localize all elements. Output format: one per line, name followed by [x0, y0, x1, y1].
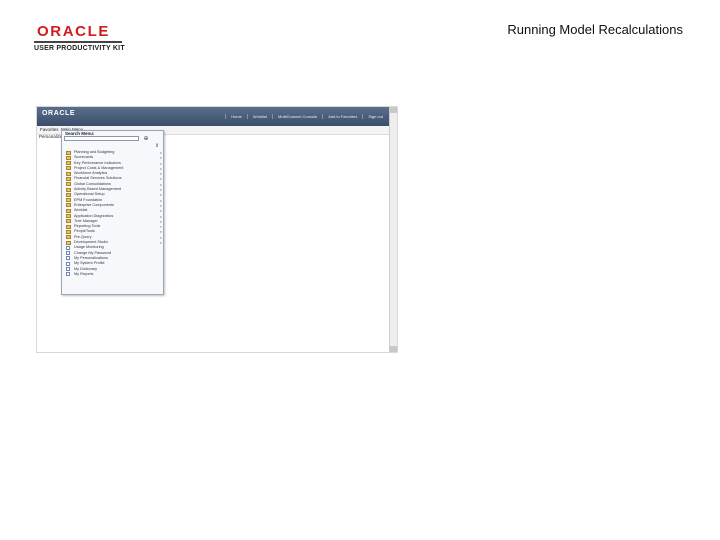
- chevron-right-icon: »: [159, 187, 162, 193]
- menu-item-label: My Personalizations: [74, 255, 108, 260]
- menu-item-label: Operational Setup: [74, 192, 105, 197]
- menu-item-label: Pre-Query: [74, 234, 92, 239]
- menu-item-label: Enterprise Components: [74, 202, 114, 207]
- menu-item-label: Application Diagnostics: [74, 213, 114, 218]
- menu-item-label: Scorecards: [74, 155, 94, 160]
- chevron-right-icon: »: [159, 165, 162, 171]
- folder-icon: [66, 208, 71, 213]
- folder-icon: [66, 235, 71, 240]
- upk-subtitle: USER PRODUCTIVITY KIT: [34, 45, 125, 52]
- app-logo: ORACLE: [42, 110, 76, 117]
- menu-item-label: EPM Foundation: [74, 197, 103, 202]
- folder-icon: [66, 161, 71, 166]
- chevron-right-icon: »: [159, 224, 162, 230]
- menu-item-label: Tree Manager: [74, 218, 98, 223]
- menu-item-label: Change My Password: [74, 250, 112, 255]
- folder-icon: [66, 166, 71, 171]
- folder-icon: [66, 187, 71, 192]
- chevron-right-icon: »: [159, 229, 162, 235]
- folder-icon: [66, 229, 71, 234]
- chevron-right-icon: »: [159, 218, 162, 224]
- menu-item-label: Key Performance Indicators: [74, 160, 121, 165]
- menu-item-label: Worklist: [74, 208, 88, 213]
- page-icon: [66, 261, 70, 266]
- folder-icon: [66, 171, 71, 176]
- page-icon: [66, 272, 70, 277]
- folder-icon: [66, 150, 71, 155]
- menu-item-label: Planning and Budgeting: [74, 150, 115, 154]
- folder-icon: [66, 176, 71, 181]
- scroll-down-arrow[interactable]: [390, 346, 397, 352]
- upk-logo: ORACLE USER PRODUCTIVITY KIT: [34, 24, 126, 52]
- chevron-right-icon: »: [159, 160, 162, 166]
- logo-divider: [34, 41, 122, 43]
- folder-icon: [66, 214, 71, 219]
- folder-icon: [66, 219, 71, 224]
- header-link-favorites[interactable]: Add to Favorites: [322, 114, 362, 119]
- chevron-right-icon: »: [159, 192, 162, 198]
- page-icon: [66, 267, 70, 272]
- folder-icon: [66, 182, 71, 187]
- menu-item-label: Activity Based Management: [74, 187, 122, 192]
- menu-item-label: My System Profile: [74, 261, 105, 266]
- chevron-right-icon: »: [159, 202, 162, 208]
- folder-icon: [66, 192, 71, 197]
- search-icon[interactable]: ⊕: [142, 135, 150, 142]
- folder-icon: [66, 198, 71, 203]
- header-links: Home Worklist MultiChannel Console Add t…: [225, 114, 388, 119]
- page-icon: [66, 245, 70, 250]
- oracle-logo-text: ORACLE: [37, 23, 110, 40]
- scroll-up-arrow[interactable]: [390, 107, 397, 113]
- chevron-right-icon: »: [159, 181, 162, 187]
- menu-item-label: Reporting Tools: [74, 224, 101, 229]
- chevron-right-icon: »: [159, 171, 162, 177]
- chevron-right-icon: »: [159, 176, 162, 182]
- chevron-right-icon: »: [159, 197, 162, 203]
- search-menu-input[interactable]: [64, 136, 139, 141]
- menu-item-label: Global Consolidations: [74, 181, 111, 186]
- folder-icon: [66, 155, 71, 160]
- slide-title: Running Model Recalculations: [507, 22, 683, 37]
- header-link-multichannel[interactable]: MultiChannel Console: [272, 114, 322, 119]
- header-link-worklist[interactable]: Worklist: [246, 114, 272, 119]
- chevron-right-icon: »: [159, 213, 162, 219]
- app-header: ORACLE Home Worklist MultiChannel Consol…: [37, 107, 390, 126]
- menu-item-label: PeopleTools: [74, 229, 95, 234]
- chevron-right-icon: »: [159, 240, 162, 246]
- page-icon: [66, 251, 70, 256]
- page-icon: [66, 256, 70, 261]
- folder-icon: [66, 203, 71, 208]
- main-menu-dropdown: Search Menu: ⊕ ⇕ Planning and Budgeting»…: [61, 130, 164, 295]
- favorites-link[interactable]: Favorites: [40, 127, 59, 132]
- menu-item-label: Project Costs & Management: [74, 165, 124, 170]
- chevron-right-icon: »: [159, 234, 162, 240]
- menu-list: Planning and Budgeting » Scorecards » Key Pe…: [66, 150, 162, 277]
- menu-item-label: Workforce Analytics: [74, 171, 108, 176]
- vertical-scrollbar[interactable]: [389, 107, 397, 352]
- menu-item-label: My Reports: [74, 271, 94, 276]
- menu-item-label: Usage Monitoring: [74, 245, 104, 250]
- embedded-screenshot: ORACLE Home Worklist MultiChannel Consol…: [36, 106, 398, 353]
- header-link-signout[interactable]: Sign out: [362, 114, 388, 119]
- collapse-icon[interactable]: ⇕: [155, 143, 159, 149]
- personalize-link[interactable]: Personalize: [39, 134, 63, 139]
- menu-item-label: My Dictionary: [74, 266, 97, 271]
- folder-icon: [66, 224, 71, 229]
- chevron-right-icon: »: [159, 155, 162, 161]
- header-link-home[interactable]: Home: [225, 114, 247, 119]
- menu-page-item[interactable]: My Reports: [66, 272, 162, 277]
- menu-item-label: Financial Services Solutions: [74, 176, 122, 181]
- chevron-right-icon: »: [159, 150, 162, 155]
- menu-item-label: Development Studio: [74, 240, 109, 245]
- chevron-right-icon: »: [159, 208, 162, 214]
- folder-icon: [66, 240, 71, 245]
